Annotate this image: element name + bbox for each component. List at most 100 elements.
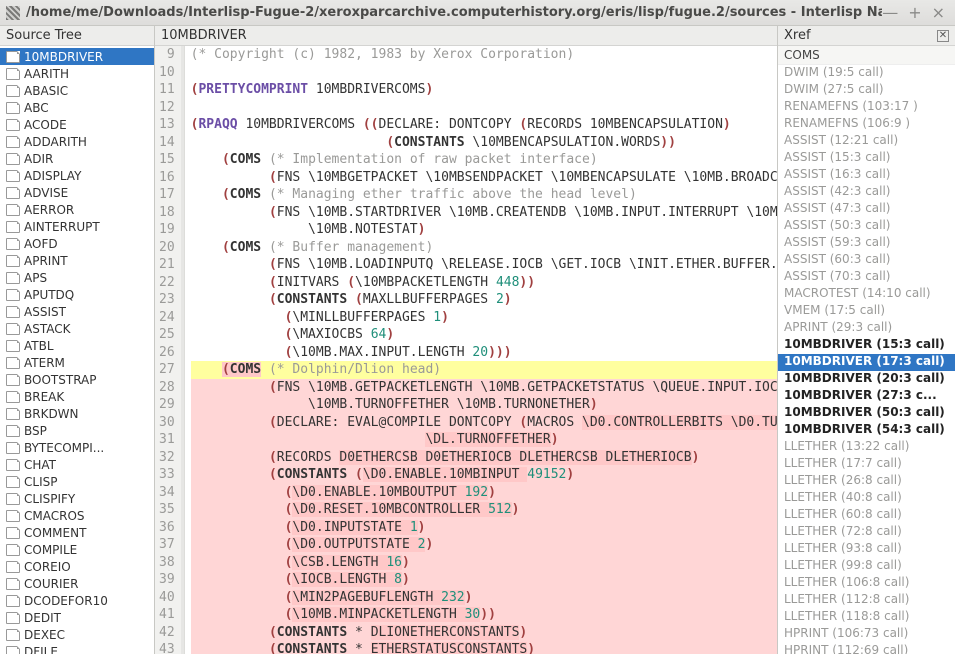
xref-item[interactable]: RENAMEFNS (103:17 )	[778, 99, 955, 116]
source-tree-item[interactable]: AOFD	[0, 235, 154, 252]
source-tree-item[interactable]: DEDIT	[0, 609, 154, 626]
xref-item[interactable]: 10MBDRIVER (15:3 call)	[778, 337, 955, 354]
code-line[interactable]: (CONSTANTS (\D0.ENABLE.10MBINPUT 49152)	[191, 466, 777, 484]
xref-item[interactable]: 10MBDRIVER (27:3 c...	[778, 388, 955, 405]
code-line[interactable]: (* Copyright (c) 1982, 1983 by Xerox Cor…	[191, 46, 777, 64]
code-line[interactable]: (RPAQQ 10MBDRIVERCOMS ((DECLARE: DONTCOP…	[191, 116, 777, 134]
xref-item[interactable]: ASSIST (42:3 call)	[778, 184, 955, 201]
xref-item[interactable]: LLETHER (106:8 call)	[778, 575, 955, 592]
code-line[interactable]: (FNS \10MB.LOADINPUTQ \RELEASE.IOCB \GET…	[191, 256, 777, 274]
source-tree-item[interactable]: APRINT	[0, 252, 154, 269]
source-tree-list[interactable]: 10MBDRIVERAARITHABASICABCACODEADDARITHAD…	[0, 46, 154, 654]
xref-item[interactable]: LLETHER (17:7 call)	[778, 456, 955, 473]
code-line[interactable]: (COMS (* Buffer management)	[191, 239, 777, 257]
xref-item[interactable]: DWIM (19:5 call)	[778, 65, 955, 82]
code-line[interactable]: (\D0.INPUTSTATE 1)	[191, 519, 777, 537]
code-area[interactable]: (* Copyright (c) 1982, 1983 by Xerox Cor…	[185, 46, 777, 654]
source-tree-item[interactable]: COMPILE	[0, 541, 154, 558]
code-line[interactable]: \10MB.TURNOFFETHER \10MB.TURNONETHER)	[191, 396, 777, 414]
source-tree-item[interactable]: ACODE	[0, 116, 154, 133]
code-line[interactable]	[191, 99, 777, 117]
maximize-button[interactable]: +	[908, 3, 921, 22]
xref-item[interactable]: 10MBDRIVER (20:3 call)	[778, 371, 955, 388]
xref-item[interactable]: LLETHER (40:8 call)	[778, 490, 955, 507]
code-line[interactable]: (CONSTANTS * ETHERSTATUSCONSTANTS)	[191, 641, 777, 654]
xref-item[interactable]: LLETHER (93:8 call)	[778, 541, 955, 558]
xref-item[interactable]: LLETHER (99:8 call)	[778, 558, 955, 575]
xref-item[interactable]: LLETHER (112:8 call)	[778, 592, 955, 609]
code-line[interactable]: (\IOCB.LENGTH 8)	[191, 571, 777, 589]
code-line[interactable]: (INITVARS (\10MBPACKETLENGTH 448))	[191, 274, 777, 292]
xref-item[interactable]: APRINT (29:3 call)	[778, 320, 955, 337]
source-tree-item[interactable]: DFILE	[0, 643, 154, 654]
xref-item[interactable]: LLETHER (60:8 call)	[778, 507, 955, 524]
source-tree-item[interactable]: BOOTSTRAP	[0, 371, 154, 388]
code-line[interactable]: (COMS (* Implementation of raw packet in…	[191, 151, 777, 169]
code-line[interactable]: (COMS (* Dolphin/Dlion head)	[191, 361, 777, 379]
xref-item[interactable]: 10MBDRIVER (50:3 call)	[778, 405, 955, 422]
code-line[interactable]: \10MB.NOTESTAT)	[191, 221, 777, 239]
xref-item[interactable]: DWIM (27:5 call)	[778, 82, 955, 99]
code-line[interactable]: (DECLARE: EVAL@COMPILE DONTCOPY (MACROS …	[191, 414, 777, 432]
code-line[interactable]: (RECORDS D0ETHERCSB D0ETHERIOCB DLETHERC…	[191, 449, 777, 467]
source-tree-item[interactable]: COURIER	[0, 575, 154, 592]
xref-item[interactable]: LLETHER (26:8 call)	[778, 473, 955, 490]
source-tree-item[interactable]: BRKDWN	[0, 405, 154, 422]
code-line[interactable]: (\MIN2PAGEBUFLENGTH 232)	[191, 589, 777, 607]
minimize-button[interactable]: —	[882, 3, 898, 22]
xref-item[interactable]: ASSIST (50:3 call)	[778, 218, 955, 235]
close-button[interactable]: ×	[932, 3, 945, 22]
code-line[interactable]: (\MAXIOCBS 64)	[191, 326, 777, 344]
xref-item[interactable]: ASSIST (16:3 call)	[778, 167, 955, 184]
code-line[interactable]: (COMS (* Managing ether traffic above th…	[191, 186, 777, 204]
xref-close-icon[interactable]: ✕	[937, 30, 949, 42]
code-line[interactable]: \DL.TURNOFFETHER)	[191, 431, 777, 449]
code-line[interactable]: (FNS \10MB.STARTDRIVER \10MB.CREATENDB \…	[191, 204, 777, 222]
xref-list[interactable]: DWIM (19:5 call)DWIM (27:5 call)RENAMEFN…	[778, 65, 955, 654]
source-tree-item[interactable]: CHAT	[0, 456, 154, 473]
source-tree-item[interactable]: DCODEFOR10	[0, 592, 154, 609]
source-tree-item[interactable]: COREIO	[0, 558, 154, 575]
source-tree-item[interactable]: CMACROS	[0, 507, 154, 524]
editor-tab[interactable]: 10MBDRIVER	[155, 26, 777, 46]
code-line[interactable]: (\D0.RESET.10MBCONTROLLER 512)	[191, 501, 777, 519]
code-line[interactable]: (\10MB.MINPACKETLENGTH 30))	[191, 606, 777, 624]
source-tree-item[interactable]: APUTDQ	[0, 286, 154, 303]
code-line[interactable]: (CONSTANTS * DLIONETHERCONSTANTS)	[191, 624, 777, 642]
code-line[interactable]: (FNS \10MB.GETPACKETLENGTH \10MB.GETPACK…	[191, 379, 777, 397]
source-tree-item[interactable]: ADVISE	[0, 184, 154, 201]
code-line[interactable]	[191, 64, 777, 82]
source-tree-item[interactable]: ADISPLAY	[0, 167, 154, 184]
source-tree-item[interactable]: BYTECOMPI...	[0, 439, 154, 456]
code-line[interactable]: (\D0.OUTPUTSTATE 2)	[191, 536, 777, 554]
xref-item[interactable]: RENAMEFNS (106:9 )	[778, 116, 955, 133]
source-tree-item[interactable]: DEXEC	[0, 626, 154, 643]
source-tree-item[interactable]: BREAK	[0, 388, 154, 405]
source-tree-item[interactable]: ASSIST	[0, 303, 154, 320]
code-line[interactable]: (CONSTANTS \10MBENCAPSULATION.WORDS))	[191, 134, 777, 152]
editor-scroll[interactable]: 9101112131415161718192021222324252627282…	[155, 46, 777, 654]
source-tree-item[interactable]: 10MBDRIVER	[0, 48, 154, 65]
source-tree-item[interactable]: CLISPIFY	[0, 490, 154, 507]
code-line[interactable]: (\D0.ENABLE.10MBOUTPUT 192)	[191, 484, 777, 502]
xref-item[interactable]: ASSIST (47:3 call)	[778, 201, 955, 218]
source-tree-item[interactable]: ADIR	[0, 150, 154, 167]
xref-item[interactable]: LLETHER (13:22 call)	[778, 439, 955, 456]
xref-item[interactable]: HPRINT (106:73 call)	[778, 626, 955, 643]
source-tree-item[interactable]: ABC	[0, 99, 154, 116]
xref-item[interactable]: ASSIST (60:3 call)	[778, 252, 955, 269]
code-line[interactable]: (CONSTANTS (MAXLLBUFFERPAGES 2)	[191, 291, 777, 309]
source-tree-item[interactable]: ATBL	[0, 337, 154, 354]
xref-item[interactable]: ASSIST (59:3 call)	[778, 235, 955, 252]
xref-item[interactable]: 10MBDRIVER (17:3 call)	[778, 354, 955, 371]
source-tree-item[interactable]: CLISP	[0, 473, 154, 490]
xref-item[interactable]: HPRINT (112:69 call)	[778, 643, 955, 654]
source-tree-item[interactable]: BSP	[0, 422, 154, 439]
source-tree-item[interactable]: ASTACK	[0, 320, 154, 337]
source-tree-item[interactable]: APS	[0, 269, 154, 286]
xref-item[interactable]: LLETHER (72:8 call)	[778, 524, 955, 541]
source-tree-item[interactable]: AINTERRUPT	[0, 218, 154, 235]
source-tree-item[interactable]: ATERM	[0, 354, 154, 371]
xref-item[interactable]: ASSIST (12:21 call)	[778, 133, 955, 150]
code-line[interactable]: (\MINLLBUFFERPAGES 1)	[191, 309, 777, 327]
